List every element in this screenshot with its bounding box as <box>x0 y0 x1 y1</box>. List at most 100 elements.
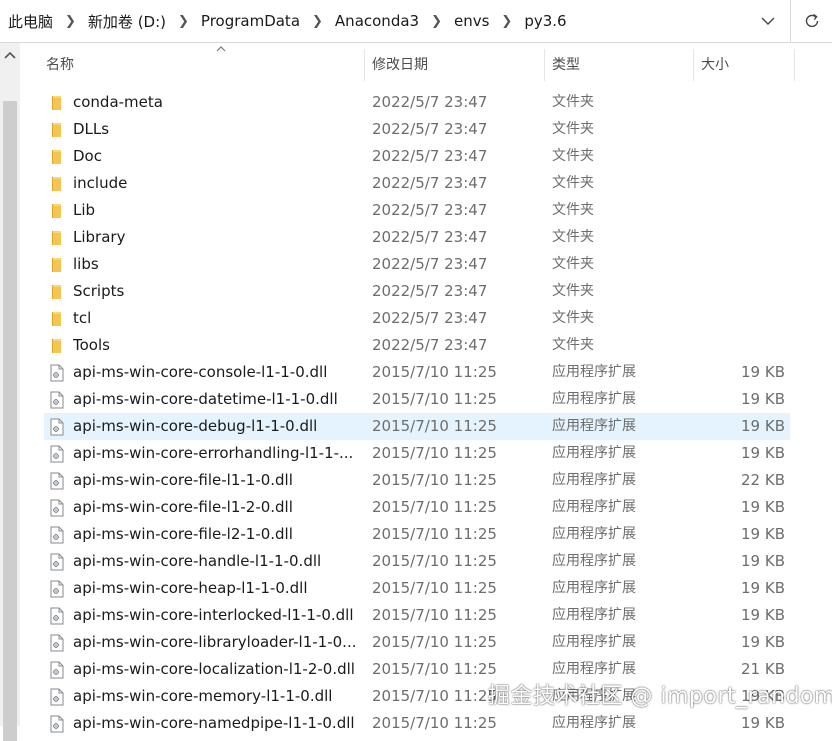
breadcrumb-item[interactable]: 此电脑 <box>8 11 53 32</box>
file-row[interactable]: api-ms-win-core-file-l1-2-0.dll 2015/7/10… <box>44 494 790 521</box>
modified-date: 2022/5/7 23:47 <box>372 282 488 300</box>
folder-row[interactable]: tcl 2022/5/7 23:47 文件夹 <box>44 305 790 332</box>
file-name: api-ms-win-core-debug-l1-1-0.dll <box>73 417 318 435</box>
file-row[interactable]: api-ms-win-core-heap-l1-1-0.dll 2015/7/10… <box>44 575 790 602</box>
folder-row[interactable]: libs 2022/5/7 23:47 文件夹 <box>44 251 790 278</box>
folder-icon <box>49 175 65 193</box>
modified-date: 2022/5/7 23:47 <box>372 309 488 327</box>
file-row[interactable]: api-ms-win-core-libraryloader-l1-1-0... 2… <box>44 629 790 656</box>
breadcrumb-item[interactable]: envs <box>454 12 489 30</box>
folder-row[interactable]: Doc 2022/5/7 23:47 文件夹 <box>44 143 790 170</box>
file-name: api-ms-win-core-file-l2-1-0.dll <box>73 525 293 543</box>
breadcrumb-item[interactable]: Anaconda3 <box>335 12 419 30</box>
file-size: 19 KB <box>741 390 785 408</box>
column-header: 名称 修改日期 类型 大小 <box>20 43 832 85</box>
address-bar[interactable]: 此电脑 ❯ 新加卷 (D:) ❯ ProgramData ❯ Anaconda3 ❯ envs ❯… <box>0 0 832 43</box>
file-name: Library <box>73 228 126 246</box>
modified-date: 2015/7/10 11:25 <box>372 498 497 516</box>
file-row[interactable]: api-ms-win-core-file-l1-1-0.dll 2015/7/10… <box>44 467 790 494</box>
folder-icon <box>49 202 65 220</box>
file-type: 文件夹 <box>552 229 594 245</box>
modified-date: 2022/5/7 23:47 <box>372 93 488 111</box>
file-type: 文件夹 <box>552 256 594 272</box>
scroll-up-icon[interactable] <box>4 51 16 59</box>
file-row[interactable]: api-ms-win-core-errorhandling-l1-1-... 20… <box>44 440 790 467</box>
file-type: 应用程序扩展 <box>552 418 636 434</box>
refresh-button[interactable] <box>790 0 832 42</box>
file-size <box>694 197 785 224</box>
dll-file-icon <box>49 715 65 733</box>
modified-date: 2015/7/10 11:25 <box>372 579 497 597</box>
file-type: 文件夹 <box>552 94 594 110</box>
modified-date: 2015/7/10 11:25 <box>372 363 497 381</box>
chevron-right-icon[interactable]: ❯ <box>501 14 512 29</box>
file-row[interactable]: api-ms-win-core-datetime-l1-1-0.dll 2015/… <box>44 386 790 413</box>
modified-date: 2022/5/7 23:47 <box>372 228 488 246</box>
breadcrumb-item[interactable]: ProgramData <box>201 12 300 30</box>
file-name: api-ms-win-core-heap-l1-1-0.dll <box>73 579 308 597</box>
file-row[interactable]: api-ms-win-core-file-l2-1-0.dll 2015/7/10… <box>44 521 790 548</box>
column-header-type[interactable]: 类型 <box>552 43 580 85</box>
dll-file-icon <box>49 580 65 598</box>
column-header-date[interactable]: 修改日期 <box>372 43 428 85</box>
sort-up-icon <box>216 46 226 52</box>
dll-file-icon <box>49 661 65 679</box>
column-header-size[interactable]: 大小 <box>701 43 729 85</box>
folder-icon <box>49 256 65 274</box>
file-size <box>694 116 785 143</box>
folder-row[interactable]: include 2022/5/7 23:47 文件夹 <box>44 170 790 197</box>
file-name: Doc <box>73 147 102 165</box>
folder-row[interactable]: Scripts 2022/5/7 23:47 文件夹 <box>44 278 790 305</box>
folder-icon <box>49 337 65 355</box>
folder-row[interactable]: Library 2022/5/7 23:47 文件夹 <box>44 224 790 251</box>
column-header-name[interactable]: 名称 <box>46 43 74 85</box>
folder-row[interactable]: Lib 2022/5/7 23:47 文件夹 <box>44 197 790 224</box>
modified-date: 2015/7/10 11:25 <box>372 525 497 543</box>
scrollbar-thumb[interactable] <box>3 101 17 741</box>
file-size <box>694 332 785 359</box>
breadcrumb-item[interactable]: py3.6 <box>524 12 566 30</box>
file-size: 19 KB <box>741 606 785 624</box>
modified-date: 2022/5/7 23:47 <box>372 336 488 354</box>
modified-date: 2022/5/7 23:47 <box>372 147 488 165</box>
folder-row[interactable]: conda-meta 2022/5/7 23:47 文件夹 <box>44 89 790 116</box>
file-type: 应用程序扩展 <box>552 445 636 461</box>
dll-file-icon <box>49 364 65 382</box>
dll-file-icon <box>49 526 65 544</box>
file-size <box>694 143 785 170</box>
vertical-scrollbar[interactable] <box>0 43 20 741</box>
file-name: api-ms-win-core-localization-l1-2-0.dll <box>73 660 355 678</box>
file-row[interactable]: api-ms-win-core-namedpipe-l1-1-0.dll 2015… <box>44 710 790 737</box>
modified-date: 2022/5/7 23:47 <box>372 255 488 273</box>
chevron-right-icon[interactable]: ❯ <box>431 14 442 29</box>
modified-date: 2015/7/10 11:25 <box>372 417 497 435</box>
file-type: 文件夹 <box>552 202 594 218</box>
file-row[interactable]: api-ms-win-core-handle-l1-1-0.dll 2015/7/… <box>44 548 790 575</box>
chevron-right-icon[interactable]: ❯ <box>312 14 323 29</box>
breadcrumb-item[interactable]: 新加卷 (D:) <box>88 11 166 32</box>
file-name: api-ms-win-core-file-l1-2-0.dll <box>73 498 293 516</box>
chevron-right-icon[interactable]: ❯ <box>65 14 76 29</box>
file-name: Scripts <box>73 282 125 300</box>
folder-icon <box>49 229 65 247</box>
dll-file-icon <box>49 553 65 571</box>
file-size <box>694 89 785 116</box>
file-name: DLLs <box>73 120 110 138</box>
file-name: Lib <box>73 201 96 219</box>
file-size: 22 KB <box>741 471 785 489</box>
folder-row[interactable]: Tools 2022/5/7 23:47 文件夹 <box>44 332 790 359</box>
file-row[interactable]: api-ms-win-core-debug-l1-1-0.dll 2015/7/1… <box>44 413 790 440</box>
folder-icon <box>49 283 65 301</box>
modified-date: 2022/5/7 23:47 <box>372 201 488 219</box>
file-size: 19 KB <box>741 714 785 732</box>
breadcrumb: 此电脑 ❯ 新加卷 (D:) ❯ ProgramData ❯ Anaconda3 ❯ envs ❯… <box>8 0 567 42</box>
folder-row[interactable]: DLLs 2022/5/7 23:47 文件夹 <box>44 116 790 143</box>
chevron-down-icon[interactable] <box>758 10 778 32</box>
file-name: api-ms-win-core-file-l1-1-0.dll <box>73 471 293 489</box>
file-type: 文件夹 <box>552 148 594 164</box>
file-row[interactable]: api-ms-win-core-console-l1-1-0.dll 2015/7… <box>44 359 790 386</box>
dll-file-icon <box>49 391 65 409</box>
file-name: api-ms-win-core-errorhandling-l1-1-... <box>73 444 354 462</box>
chevron-right-icon[interactable]: ❯ <box>178 14 189 29</box>
file-row[interactable]: api-ms-win-core-interlocked-l1-1-0.dll 20… <box>44 602 790 629</box>
